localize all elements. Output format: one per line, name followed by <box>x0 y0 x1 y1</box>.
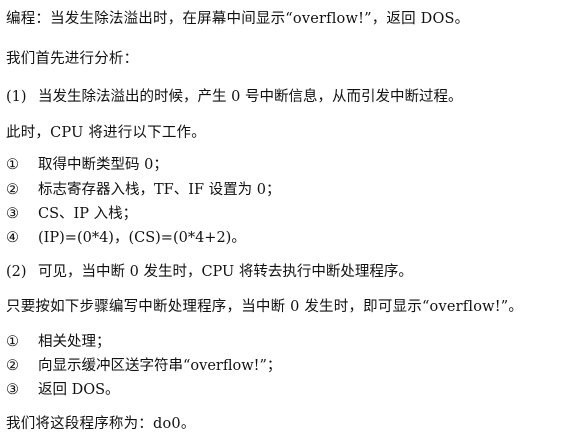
analysis-point-2: (2) 可见，当中断 0 发生时，CPU 将转去执行中断处理程序。 <box>6 262 413 282</box>
handler-step-1: ① 相关处理； <box>6 332 111 352</box>
analysis-intro: 我们首先进行分析： <box>6 51 139 67</box>
point-number: (2) <box>6 264 27 280</box>
analysis-point-1: (1) 当发生除法溢出的时候，产生 0 号中断信息，从而引发中断过程。 <box>6 87 462 107</box>
handler-step-3: ③ 返回 DOS。 <box>6 380 120 400</box>
step-text: 取得中断类型码 0； <box>38 157 168 173</box>
step-text: CS、IP 入栈； <box>38 206 138 222</box>
cpu-step-3: ③ CS、IP 入栈； <box>6 204 137 224</box>
step-text: 相关处理； <box>38 334 111 350</box>
handler-intro: 只要按如下步骤编写中断处理程序，当中断 0 发生时，即可显示“overflow!… <box>6 299 524 315</box>
intro-paragraph: 编程：当发生除法溢出时，在屏幕中间显示“overflow!”，返回 DOS。 <box>6 11 470 27</box>
step-number: ④ <box>6 230 19 246</box>
document-page: 编程：当发生除法溢出时，在屏幕中间显示“overflow!”，返回 DOS。 我… <box>0 0 568 438</box>
conclusion: 我们将这段程序称为：do0。 <box>6 416 196 432</box>
step-number: ① <box>6 157 19 173</box>
step-text: 标志寄存器入栈，TF、IF 设置为 0； <box>38 182 281 198</box>
step-number: ① <box>6 334 19 350</box>
step-text: (IP)=(0*4)，(CS)=(0*4+2)。 <box>38 230 246 246</box>
cpu-step-4: ④ (IP)=(0*4)，(CS)=(0*4+2)。 <box>6 228 246 248</box>
point-text: 可见，当中断 0 发生时，CPU 将转去执行中断处理程序。 <box>38 264 413 280</box>
step-text: 向显示缓冲区送字符串“overflow!”； <box>38 358 282 374</box>
cpu-step-1: ① 取得中断类型码 0； <box>6 155 168 175</box>
step-number: ③ <box>6 206 19 222</box>
handler-step-2: ② 向显示缓冲区送字符串“overflow!”； <box>6 356 281 376</box>
cpu-step-2: ② 标志寄存器入栈，TF、IF 设置为 0； <box>6 180 280 200</box>
step-text: 返回 DOS。 <box>38 382 120 398</box>
step-number: ② <box>6 358 19 374</box>
point-text: 当发生除法溢出的时候，产生 0 号中断信息，从而引发中断过程。 <box>38 89 463 105</box>
step-number: ② <box>6 182 19 198</box>
point-number: (1) <box>6 89 27 105</box>
step-number: ③ <box>6 382 19 398</box>
cpu-work-heading: 此时，CPU 将进行以下工作。 <box>6 125 206 141</box>
